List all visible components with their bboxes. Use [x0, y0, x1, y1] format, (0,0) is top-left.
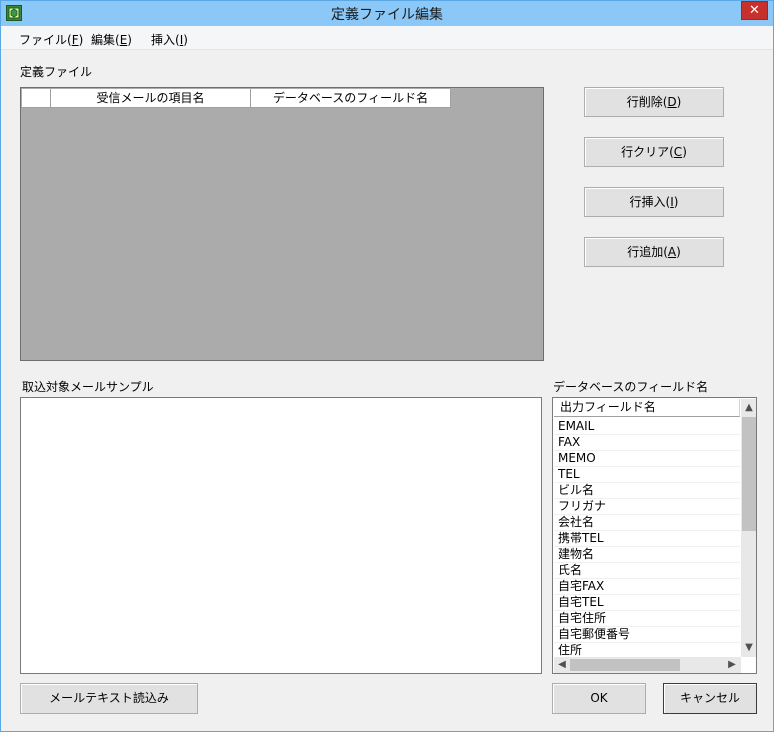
scroll-left-icon[interactable]: ◀ — [555, 658, 569, 672]
insert-row-end: ) — [673, 195, 679, 209]
clear-row-end: ) — [682, 145, 687, 159]
cancel-button[interactable]: キャンセル — [663, 683, 757, 714]
title-bar[interactable]: 定義ファイル編集 ✕ — [1, 1, 773, 26]
menu-insert-label: 挿入( — [151, 33, 180, 47]
scroll-down-icon[interactable]: ▼ — [742, 641, 756, 655]
read-mail-text-button[interactable]: メールテキスト読込み — [20, 683, 198, 714]
definition-file-label: 定義ファイル — [20, 65, 93, 79]
list-item[interactable]: 氏名 — [554, 563, 740, 579]
list-item[interactable]: 建物名 — [554, 547, 740, 563]
delete-row-accel: D — [667, 95, 677, 109]
list-item[interactable]: TEL — [554, 467, 740, 483]
delete-row-end: ) — [676, 95, 682, 109]
list-item[interactable]: フリガナ — [554, 499, 740, 515]
menu-file-end: ) — [78, 33, 84, 47]
list-item[interactable]: 自宅郵便番号 — [554, 627, 740, 643]
menu-insert[interactable]: 挿入(I) — [151, 31, 188, 48]
grid-column-mail-item[interactable]: 受信メールの項目名 — [51, 89, 251, 108]
clear-row-label: 行クリア( — [621, 145, 674, 159]
list-item[interactable]: MEMO — [554, 451, 740, 467]
scroll-up-icon[interactable]: ▲ — [742, 401, 756, 415]
delete-row-label: 行削除( — [626, 95, 668, 109]
menu-edit[interactable]: 編集(E) — [91, 31, 132, 48]
grid-column-db-field[interactable]: データベースのフィールド名 — [251, 89, 451, 108]
list-item[interactable]: ビル名 — [554, 483, 740, 499]
delete-row-button[interactable]: 行削除(D) — [584, 87, 724, 117]
mail-sample-textarea[interactable] — [20, 397, 542, 674]
db-field-list-label: データベースのフィールド名 — [553, 380, 709, 394]
list-item[interactable]: 自宅FAX — [554, 579, 740, 595]
list-item[interactable]: FAX — [554, 435, 740, 451]
window-title: 定義ファイル編集 — [331, 7, 443, 23]
output-field-column-header[interactable]: 出力フィールド名 — [554, 399, 740, 417]
add-row-label: 行追加( — [627, 245, 668, 259]
definition-grid[interactable]: 受信メールの項目名 データベースのフィールド名 — [20, 87, 544, 361]
close-button[interactable]: ✕ — [741, 1, 768, 20]
menu-bar: ファイル(F) 編集(E) 挿入(I) — [1, 26, 773, 50]
horizontal-scrollbar[interactable]: ◀ ▶ — [554, 657, 741, 673]
list-item[interactable]: 自宅住所 — [554, 611, 740, 627]
menu-file-label: ファイル( — [19, 33, 72, 47]
list-item[interactable]: EMAIL — [554, 419, 740, 435]
insert-row-button[interactable]: 行挿入(I) — [584, 187, 724, 217]
horizontal-scroll-thumb[interactable] — [570, 659, 680, 671]
add-row-button[interactable]: 行追加(A) — [584, 237, 724, 267]
insert-row-label: 行挿入( — [629, 195, 671, 209]
menu-insert-end: ) — [183, 33, 188, 47]
vertical-scrollbar[interactable]: ▲ ▼ — [741, 399, 756, 657]
db-field-listbox[interactable]: 出力フィールド名 EMAIL FAX MEMO TEL ビル名 フリガナ 会社名… — [552, 397, 757, 674]
menu-file[interactable]: ファイル(F) — [19, 31, 83, 48]
menu-file-accel: F — [71, 33, 79, 47]
add-row-accel: A — [667, 245, 677, 259]
ok-button[interactable]: OK — [552, 683, 646, 714]
mail-sample-label: 取込対象メールサンプル — [22, 380, 154, 394]
scroll-right-icon[interactable]: ▶ — [725, 658, 739, 672]
clear-row-button[interactable]: 行クリア(C) — [584, 137, 724, 167]
dialog-window: 定義ファイル編集 ✕ ファイル(F) 編集(E) 挿入(I) 定義ファイル 受信… — [0, 0, 774, 732]
menu-edit-end: ) — [127, 33, 132, 47]
grid-row-header-corner — [22, 89, 51, 108]
clear-row-accel: C — [673, 145, 683, 159]
add-row-end: ) — [676, 245, 681, 259]
list-item[interactable]: 携帯TEL — [554, 531, 740, 547]
vertical-scroll-thumb[interactable] — [742, 417, 756, 531]
list-item[interactable]: 自宅TEL — [554, 595, 740, 611]
menu-edit-label: 編集( — [91, 33, 120, 47]
list-item[interactable]: 会社名 — [554, 515, 740, 531]
